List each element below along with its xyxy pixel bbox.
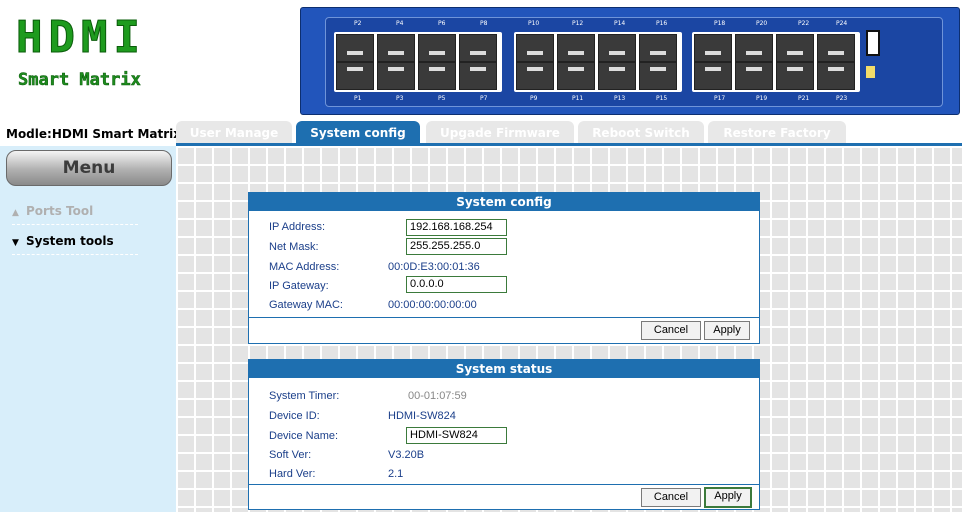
port-label: P20 — [756, 20, 768, 27]
port-label: P17 — [714, 95, 726, 102]
ip-gateway-input[interactable]: 0.0.0.0 — [406, 276, 507, 293]
logo-title: HDMI — [16, 12, 146, 64]
bottom-port-labels: P1 P3 P5 P7 P9 P11 P13 P15 P17 P19 P21 P… — [326, 95, 942, 105]
port-label: P10 — [528, 20, 540, 27]
system-status-panel: System status System Timer: 00-01:07:59 … — [248, 359, 760, 510]
port-group-1 — [334, 32, 502, 92]
port-label: P21 — [798, 95, 810, 102]
sidebar-item-label: Ports Tool — [26, 204, 94, 218]
apply-button[interactable]: Apply — [704, 321, 750, 340]
port-label: P16 — [656, 20, 668, 27]
hard-ver-label: Hard Ver: — [269, 468, 316, 480]
cancel-button[interactable]: Cancel — [641, 321, 701, 340]
cancel-button[interactable]: Cancel — [641, 488, 701, 507]
tab-reboot-switch[interactable]: Reboot Switch — [578, 121, 704, 143]
soft-ver-label: Soft Ver: — [269, 449, 312, 461]
triangle-down-icon: ▼ — [12, 238, 19, 248]
device-name-label: Device Name: — [269, 430, 339, 442]
divider — [249, 484, 759, 485]
port-label: P15 — [656, 95, 668, 102]
port-label: P4 — [396, 20, 404, 27]
switch-panel-image: P2 P4 P6 P8 P10 P12 P14 P16 P18 P20 P22 … — [300, 7, 960, 115]
port-label: P3 — [396, 95, 404, 102]
ip-gateway-label: IP Gateway: — [269, 280, 329, 292]
divider — [249, 317, 759, 318]
device-id-label: Device ID: — [269, 410, 320, 422]
port-label: P1 — [354, 95, 362, 102]
port-label: P6 — [438, 20, 446, 27]
port-label: P18 — [714, 20, 726, 27]
logo: HDMI Smart Matrix — [0, 0, 176, 118]
port-label: P23 — [836, 95, 848, 102]
system-timer-label: System Timer: — [269, 390, 340, 402]
triangle-up-icon: ▲ — [12, 208, 19, 218]
system-config-panel: System config IP Address: 192.168.168.25… — [248, 192, 760, 344]
gateway-mac-value: 00:00:00:00:00:00 — [388, 299, 477, 311]
port-label: P7 — [480, 95, 488, 102]
port-label: P12 — [572, 20, 584, 27]
port-label: P11 — [572, 95, 584, 102]
system-timer-value: 00-01:07:59 — [408, 390, 467, 402]
status-led — [866, 66, 875, 78]
port-label: P2 — [354, 20, 362, 27]
port-label: P14 — [614, 20, 626, 27]
tab-restore-factory[interactable]: Restore Factory — [708, 121, 846, 143]
sidebar-item-label: System tools — [26, 234, 114, 248]
panel-title: System status — [249, 360, 759, 378]
menu-button[interactable]: Menu — [6, 150, 172, 186]
tab-upgrade-firmware[interactable]: Upgade Firmware — [426, 121, 574, 143]
sfp-slot — [866, 30, 880, 56]
port-label: P8 — [480, 20, 488, 27]
device-id-value: HDMI-SW824 — [388, 410, 456, 422]
net-mask-label: Net Mask: — [269, 241, 319, 253]
port-label: P5 — [438, 95, 446, 102]
device-name-input[interactable]: HDMI-SW824 — [406, 427, 507, 444]
ip-address-label: IP Address: — [269, 221, 326, 233]
port-label: P9 — [530, 95, 538, 102]
ip-address-input[interactable]: 192.168.168.254 — [406, 219, 507, 236]
tab-user-manage[interactable]: User Manage — [176, 121, 292, 143]
panel-title: System config — [249, 193, 759, 211]
sidebar: Menu ▲ Ports Tool ▼ System tools — [0, 146, 176, 512]
hard-ver-value: 2.1 — [388, 468, 404, 480]
switch-faceplate: P2 P4 P6 P8 P10 P12 P14 P16 P18 P20 P22 … — [325, 17, 943, 107]
model-label: Modle:HDMI Smart Matrix — [6, 127, 182, 141]
port-label: P19 — [756, 95, 768, 102]
logo-subtitle: Smart Matrix — [18, 70, 141, 91]
sidebar-item-system-tools[interactable]: ▼ System tools — [12, 234, 138, 255]
top-port-labels: P2 P4 P6 P8 P10 P12 P14 P16 P18 P20 P22 … — [326, 20, 942, 30]
mac-address-label: MAC Address: — [269, 261, 340, 273]
port-label: P24 — [836, 20, 848, 27]
sidebar-item-ports-tool[interactable]: ▲ Ports Tool — [12, 204, 138, 225]
port-label: P13 — [614, 95, 626, 102]
apply-button[interactable]: Apply — [704, 487, 752, 508]
header: HDMI Smart Matrix P2 P4 P6 P8 P10 P12 P1… — [0, 0, 962, 120]
mac-address-value: 00:0D:E3:00:01:36 — [388, 261, 480, 273]
port-group-3 — [692, 32, 860, 92]
port-label: P22 — [798, 20, 810, 27]
net-mask-input[interactable]: 255.255.255.0 — [406, 238, 507, 255]
soft-ver-value: V3.20B — [388, 449, 425, 461]
tab-system-config[interactable]: System config — [296, 121, 420, 143]
gateway-mac-label: Gateway MAC: — [269, 299, 343, 311]
port-group-2 — [514, 32, 682, 92]
